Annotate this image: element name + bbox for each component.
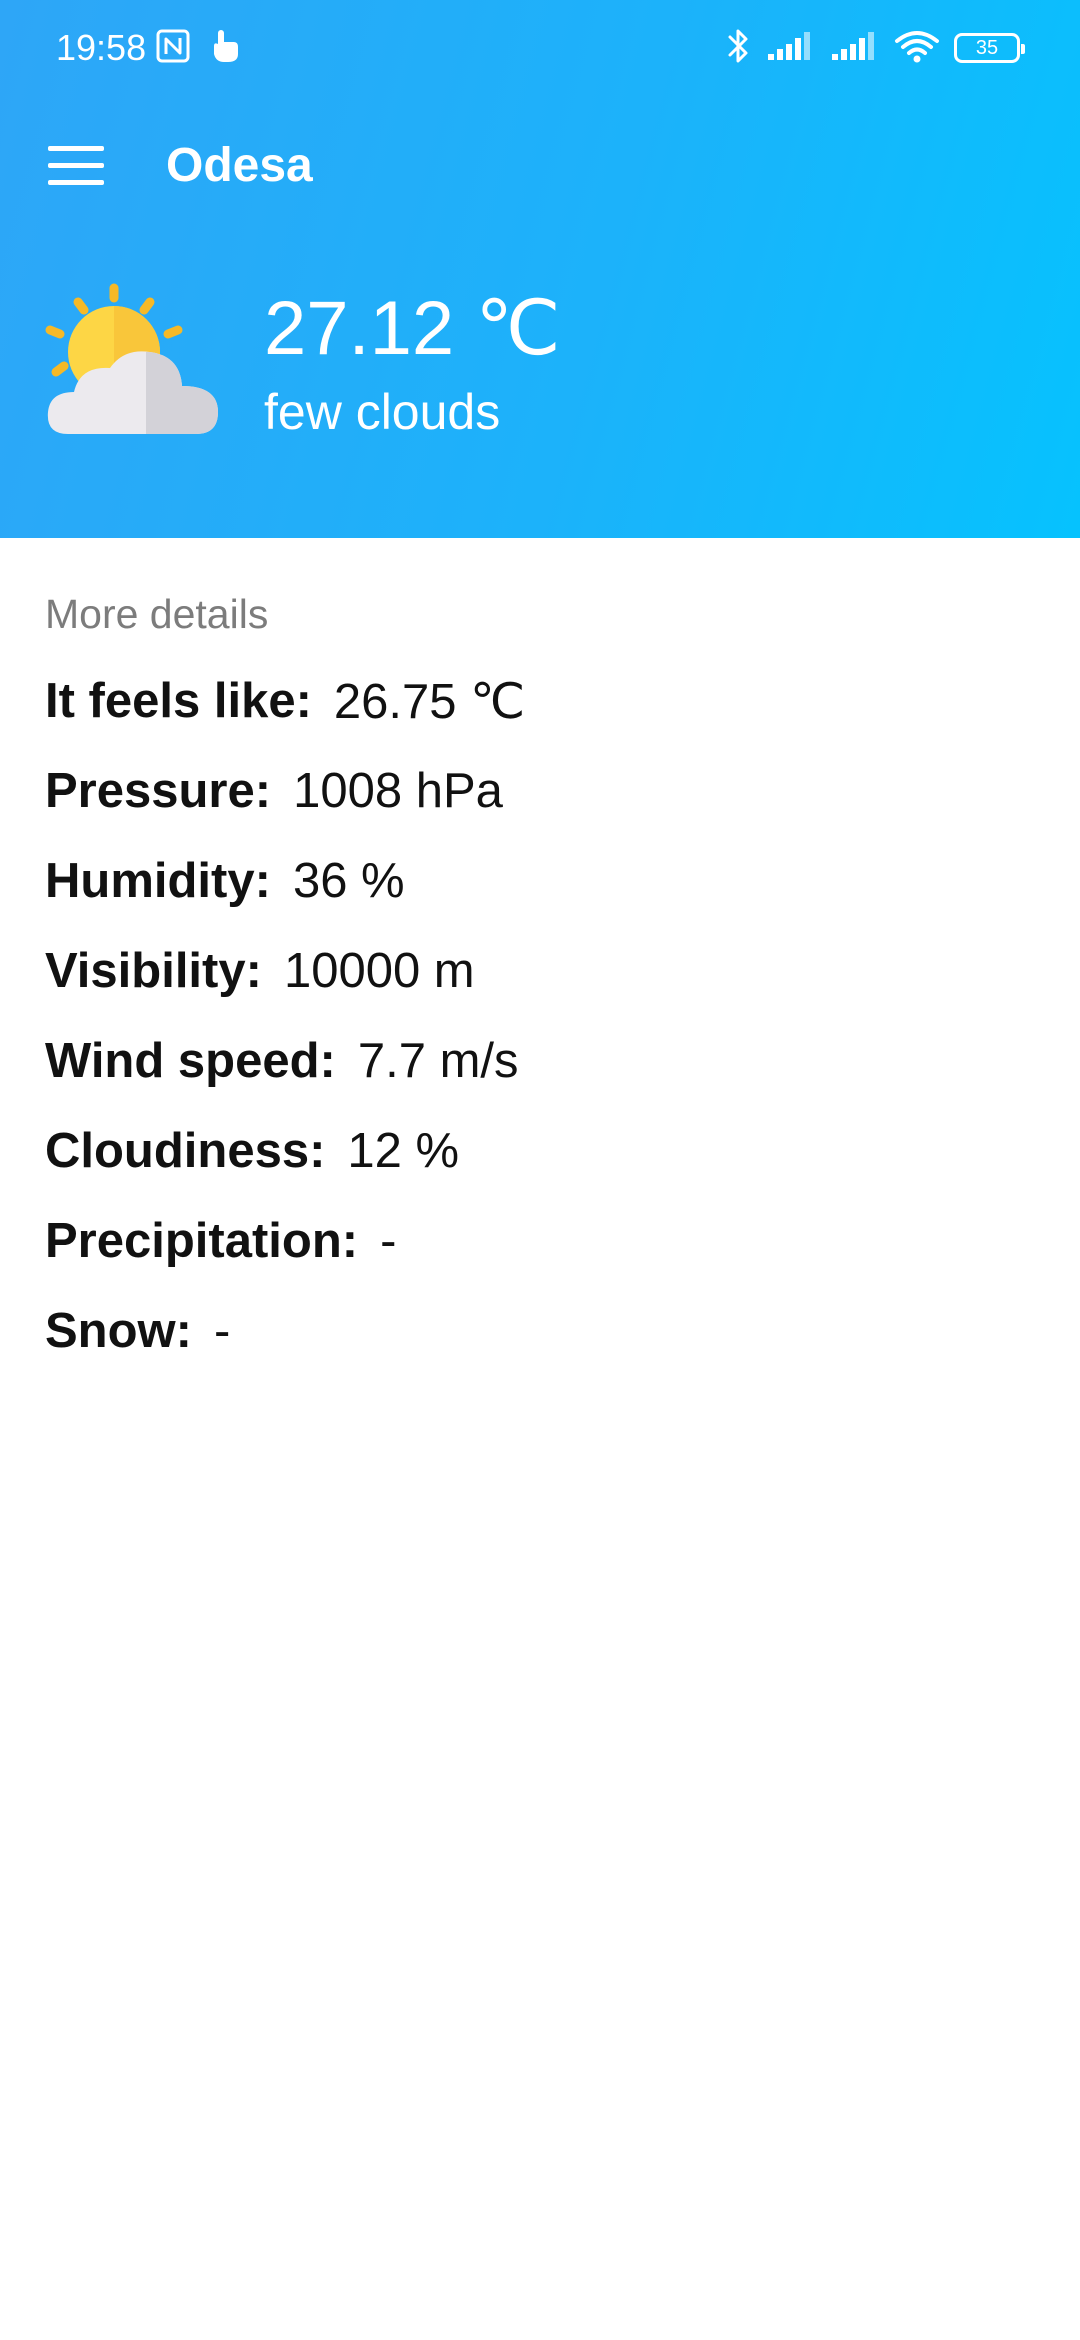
detail-row-wind-speed: Wind speed: 7.7 m/s [45,1016,1035,1106]
detail-row-humidity: Humidity: 36 % [45,836,1035,926]
partly-cloudy-icon [40,282,226,442]
city-title: Odesa [166,139,313,192]
detail-label: Precipitation: [45,1214,359,1268]
detail-label: Cloudiness: [45,1124,326,1178]
detail-row-pressure: Pressure: 1008 hPa [45,746,1035,836]
detail-label: Wind speed: [45,1034,336,1088]
detail-label: Visibility: [45,944,262,998]
detail-label: Humidity: [45,854,271,908]
detail-value: - [213,1304,231,1358]
detail-value: 1008 hPa [293,764,503,818]
battery-icon: 35 [954,33,1025,63]
details-section: More details It feels like: 26.75 ℃ Pres… [45,584,1035,1376]
header: 19:58 35 Odesa 27.12 ℃ few clouds [0,0,1080,538]
detail-row-feels-like: It feels like: 26.75 ℃ [45,656,1035,746]
weather-screen: 19:58 35 Odesa 27.12 ℃ few clouds More d… [0,0,1080,2340]
battery-level: 35 [975,37,999,59]
status-right-icons: 35 [726,26,1025,70]
weather-description: few clouds [264,384,501,440]
touch-gesture-icon [208,28,240,69]
detail-value: 26.75 ℃ [333,674,526,729]
detail-row-cloudiness: Cloudiness: 12 % [45,1106,1035,1196]
details-heading: More details [45,591,269,637]
menu-icon [48,145,104,151]
wifi-icon [894,29,940,68]
status-time: 19:58 [56,27,147,68]
signal-icon [766,30,816,67]
current-temperature: 27.12 ℃ [264,286,561,371]
detail-value: 7.7 m/s [357,1034,519,1088]
detail-label: It feels like: [45,674,312,728]
nfc-icon [156,29,190,68]
detail-row-snow: Snow: - [45,1286,1035,1376]
detail-value: 10000 m [283,944,475,998]
status-bar: 19:58 35 [0,0,1080,96]
detail-row-visibility: Visibility: 10000 m [45,926,1035,1016]
menu-button[interactable] [36,130,116,200]
bluetooth-icon [726,27,752,70]
signal-icon [830,30,880,67]
detail-value: - [380,1214,397,1268]
detail-label: Pressure: [45,764,272,818]
toolbar: Odesa [0,110,1080,222]
detail-row-precipitation: Precipitation: - [45,1196,1035,1286]
detail-value: 12 % [347,1124,460,1178]
status-left-icons [156,28,240,68]
detail-label: Snow: [45,1304,192,1358]
detail-value: 36 % [292,854,405,908]
